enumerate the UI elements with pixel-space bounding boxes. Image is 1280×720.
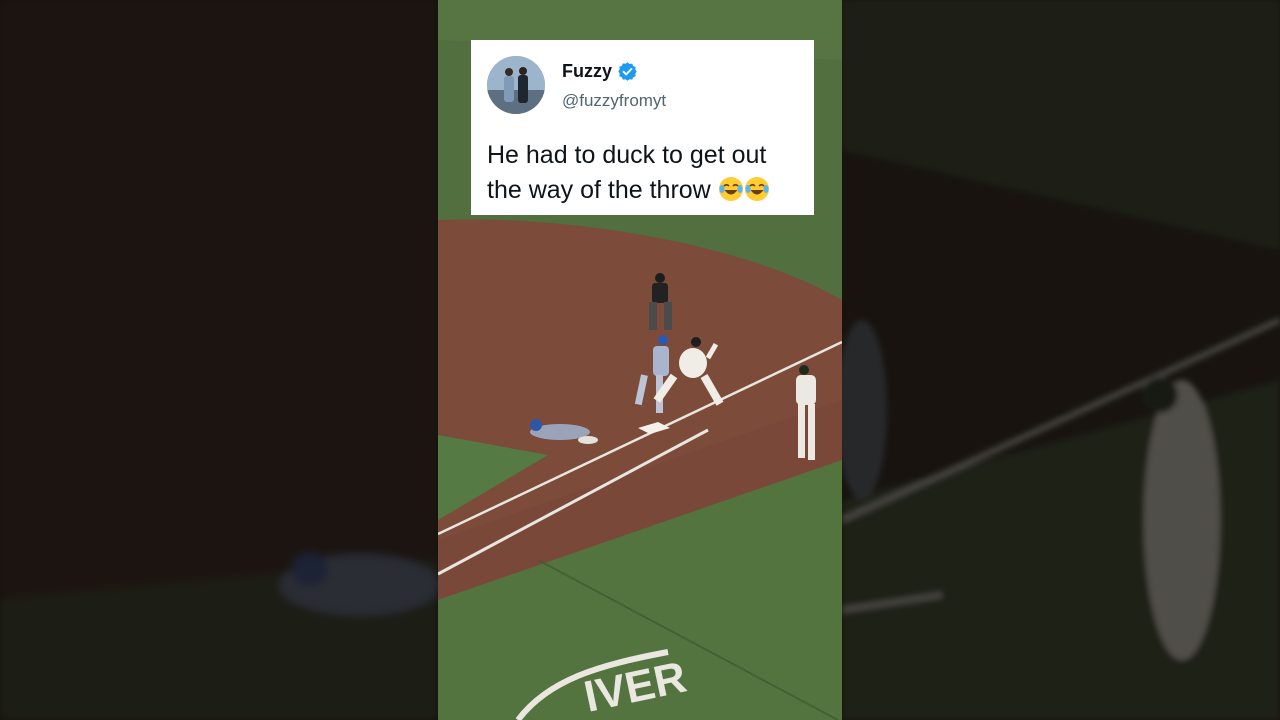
face-with-tears-of-joy-icon — [718, 176, 744, 202]
video-stage: IVER Fuzzy @fuzzyfromyt He had to duck t… — [0, 0, 1280, 720]
tweet-text: He had to duck to get out the way of the… — [487, 138, 807, 208]
face-with-tears-of-joy-icon — [744, 176, 770, 202]
avatar[interactable] — [487, 56, 545, 114]
name-row: Fuzzy — [562, 61, 638, 82]
user-handle[interactable]: @fuzzyfromyt — [562, 91, 666, 111]
blurred-backdrop-left — [0, 0, 438, 720]
blurred-backdrop-right — [842, 0, 1280, 720]
display-name[interactable]: Fuzzy — [562, 61, 612, 82]
avatar-photo — [487, 56, 545, 114]
tweet-card[interactable]: Fuzzy @fuzzyfromyt He had to duck to get… — [471, 40, 814, 215]
verified-badge-icon — [617, 61, 638, 82]
